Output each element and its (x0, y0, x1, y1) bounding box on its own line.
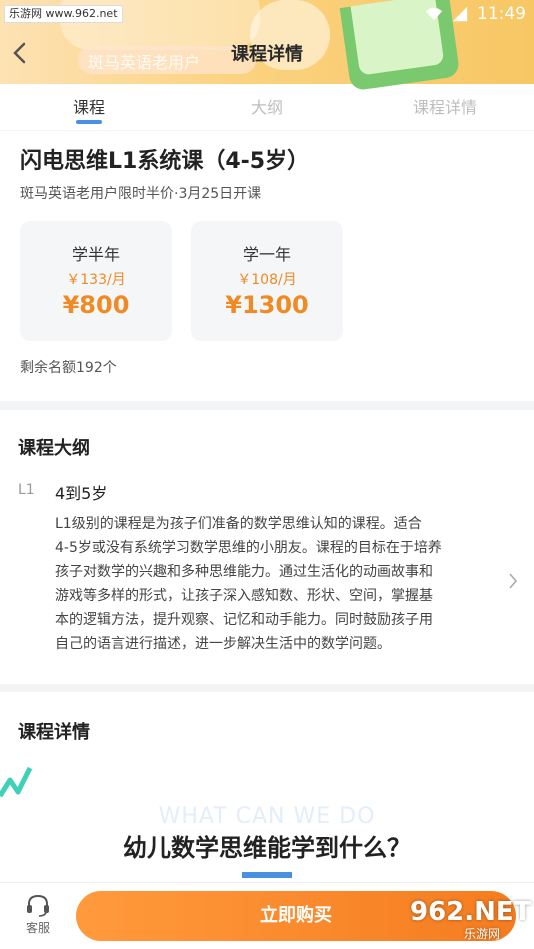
customer-service-label: 客服 (25, 921, 50, 935)
signal-icon (452, 6, 468, 22)
course-title: 闪电思维L1系统课（4-5岁） (20, 149, 310, 174)
plan-monthly-price: ￥133/月 (66, 272, 126, 288)
description-line: 本的逻辑方法，提升观察、记忆和动手能力。同时鼓励孩子用 (55, 612, 433, 628)
tab-outline[interactable]: 大纲 (178, 84, 356, 128)
plan-name: 学半年 (71, 245, 120, 264)
site-badge: 乐游网 www.962.net (4, 5, 123, 23)
status-icons: 11:49 (425, 4, 526, 24)
customer-service-button[interactable]: 客服 (12, 891, 64, 943)
description-line: 孩子对数学的兴趣和多种思维能力。通过生活化的动画故事和 (55, 564, 433, 580)
description-line: 游戏等多样的形式，让孩子深入感知数、形状、空间，掌握基 (55, 588, 433, 604)
zigzag-decoration-icon (0, 766, 33, 798)
level-age: 4到5岁 (55, 484, 108, 503)
heading-accent-bar (242, 872, 292, 878)
bottom-action-bar: 客服 立即购买 962.NET 乐游网 (0, 882, 534, 949)
remaining-seats: 剩余名额192个 (20, 360, 117, 376)
header: 斑马英语老用户 乐游网 www.962.net 11:49 课程详情 课程 大纲… (0, 0, 534, 130)
watermark-number: 962.NET (410, 897, 532, 927)
detail-title: 课程详情 (18, 722, 90, 743)
plan-name: 学一年 (242, 245, 291, 264)
tab-details[interactable]: 课程详情 (356, 84, 534, 128)
watermark-text: 乐游网 (464, 927, 501, 941)
outline-description: L1级别的课程是为孩子们准备的数学思维认知的课程。适合 4-5岁或没有系统学习数… (55, 512, 485, 656)
plan-option-full-year[interactable]: 学一年 ￥108/月 ¥1300 (191, 221, 343, 341)
wifi-icon (425, 7, 443, 21)
status-time: 11:49 (477, 4, 526, 24)
level-tag: L1 (18, 482, 35, 498)
plan-price: ¥1300 (225, 291, 309, 319)
description-line: 4-5岁或没有系统学习数学思维的小朋友。课程的目标在于培养 (55, 540, 442, 556)
course-subtitle: 斑马英语老用户限时半价·3月25日开课 (20, 186, 262, 202)
description-line: 自己的语言进行描述，进一步解决生活中的数学问题。 (55, 636, 391, 652)
description-line: L1级别的课程是为孩子们准备的数学思维认知的课程。适合 (55, 516, 422, 532)
plan-price: ¥800 (62, 291, 130, 319)
tab-bar: 课程 大纲 课程详情 (0, 84, 534, 128)
headset-icon (27, 894, 49, 917)
plan-monthly-price: ￥108/月 (237, 272, 297, 288)
site-watermark: 962.NET 乐游网 (400, 895, 532, 945)
page-title: 课程详情 (231, 44, 303, 65)
detail-heading: 幼儿数学思维能学到什么？ (123, 834, 411, 862)
status-bar: 乐游网 www.962.net 11:49 (0, 0, 534, 28)
outline-section: 课程大纲 L1 4到5岁 L1级别的课程是为孩子们准备的数学思维认知的课程。适合… (0, 410, 534, 684)
chevron-right-icon[interactable] (508, 572, 518, 590)
ghost-heading: WHAT CAN WE DO (158, 804, 376, 829)
active-tab-indicator (76, 120, 102, 124)
plan-option-half-year[interactable]: 学半年 ￥133/月 ¥800 (20, 221, 172, 341)
course-card: 闪电思维L1系统课（4-5岁） 斑马英语老用户限时半价·3月25日开课 学半年 … (0, 131, 534, 401)
detail-section: 课程详情 WHAT CAN WE DO 幼儿数学思维能学到什么？ (0, 692, 534, 882)
outline-title: 课程大纲 (18, 438, 90, 459)
